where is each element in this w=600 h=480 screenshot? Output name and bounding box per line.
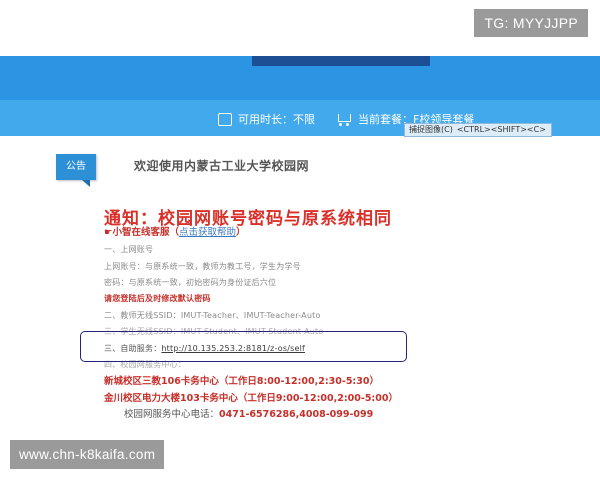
header-banner xyxy=(0,56,600,100)
capture-tooltip: 捕捉图像(C) <CTRL><SHIFT><C> xyxy=(404,123,552,137)
help-link[interactable]: 点击获取帮助 xyxy=(179,227,236,238)
duration-item: 可用时长： 不限 xyxy=(218,111,315,127)
cart-icon xyxy=(336,113,352,126)
phone-number: 0471-6576286,4008-099-099 xyxy=(219,409,374,420)
phone-label: 校园网服务中心电话： xyxy=(124,409,220,420)
watermark: www.chn-k8kaifa.com xyxy=(10,440,165,469)
welcome-text: 欢迎使用内蒙古工业大学校园网 xyxy=(134,159,310,173)
calendar-icon xyxy=(218,112,232,126)
header-strip xyxy=(252,56,430,66)
corner-tag: TG: MYYJJPP xyxy=(474,9,588,37)
duration-label: 可用时长： xyxy=(238,113,293,126)
service-center-1: 新城校区三教106卡务中心（工作日8:00-12:00,2:30-5:30） xyxy=(104,376,379,387)
service-center-2: 金川校区电力大楼103卡务中心（工作日9:00-12:00,2:00-5:00） xyxy=(104,393,398,404)
subtitle-suffix: ） xyxy=(236,227,246,238)
notice-line-warning: 请您登陆后及时修改默认密码 xyxy=(104,294,211,303)
notice-tag: 公告 xyxy=(56,154,96,187)
highlight-box xyxy=(80,331,407,362)
capture-shortcut: <CTRL><SHIFT><C> xyxy=(456,125,546,134)
capture-label: 捕捉图像(C) xyxy=(409,125,453,134)
notice-subtitle: ☛小智在线客服（点击获取帮助） xyxy=(104,224,246,238)
phone-line: 校园网服务中心电话：0471-6576286,4008-099-099 xyxy=(124,406,373,420)
notice-line: 二、教师无线SSID：IMUT-Teacher、IMUT-Teacher-Aut… xyxy=(104,311,321,320)
notice-line: 上网账号：与原系统一致，教师为教工号，学生为学号 xyxy=(104,262,301,271)
notice-line: 一、上网账号 xyxy=(104,245,154,254)
subtitle-prefix: ☛小智在线客服（ xyxy=(104,227,180,238)
duration-value: 不限 xyxy=(293,113,315,126)
notice-line: 密码：与原系统一致，初始密码为身份证后六位 xyxy=(104,278,277,287)
